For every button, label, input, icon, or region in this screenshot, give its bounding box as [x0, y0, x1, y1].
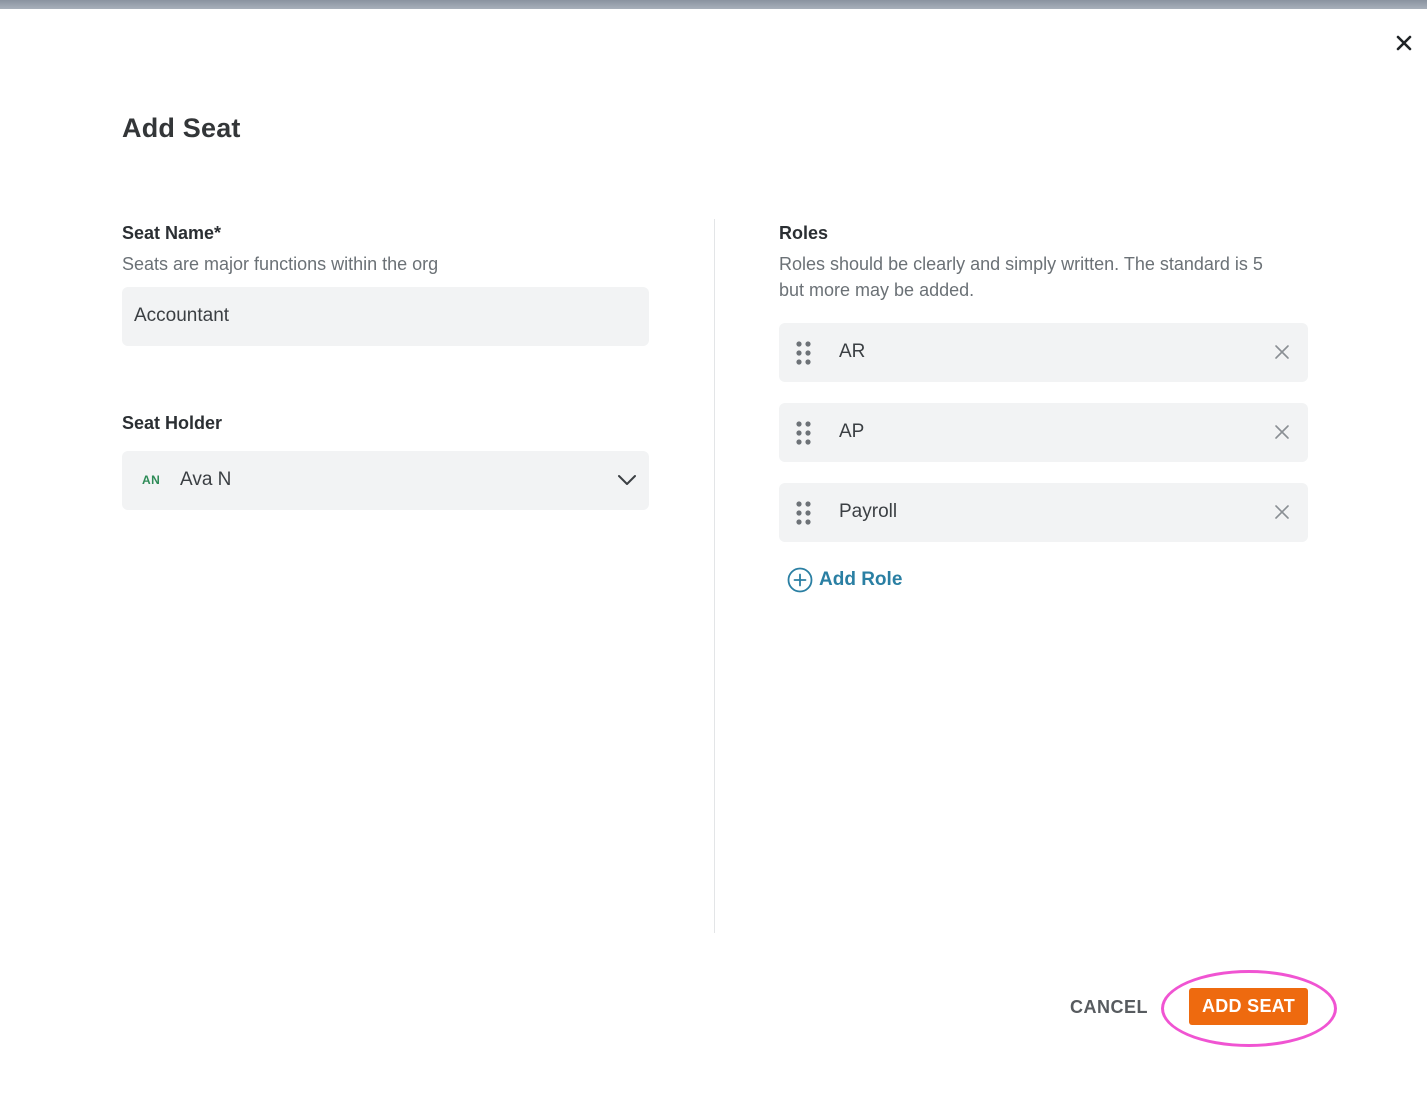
roles-help-line2: but more may be added.	[779, 280, 975, 300]
add-role-button[interactable]: Add Role	[787, 566, 902, 594]
seat-holder-label: Seat Holder	[122, 413, 223, 433]
roles-help-line1: Roles should be clearly and simply writt…	[779, 254, 1263, 274]
drag-handle-icon[interactable]	[795, 420, 813, 446]
dialog-title: Add Seat	[122, 113, 241, 143]
plus-circle-icon	[787, 567, 813, 593]
holder-name: Ava N	[180, 469, 232, 490]
holder-avatar-initials: AN	[142, 473, 161, 487]
column-divider	[714, 219, 715, 933]
role-label: Payroll	[839, 501, 898, 522]
role-item[interactable]: AP	[779, 403, 1308, 462]
role-item[interactable]: AR	[779, 323, 1308, 382]
add-seat-dialog: Add Seat Seat Name* Seats are major func…	[0, 9, 1427, 1106]
backdrop-strip	[0, 0, 1427, 9]
seat-holder-select[interactable]: AN Ava N	[122, 451, 649, 510]
roles-label: Roles	[779, 223, 829, 243]
role-label: AP	[839, 421, 865, 442]
remove-role-icon[interactable]	[1272, 422, 1292, 442]
drag-handle-icon[interactable]	[795, 500, 813, 526]
cancel-button[interactable]: CANCEL	[1063, 993, 1155, 1021]
seat-name-value: Accountant	[134, 305, 230, 326]
chevron-down-icon	[616, 469, 638, 491]
role-item[interactable]: Payroll	[779, 483, 1308, 542]
remove-role-icon[interactable]	[1272, 342, 1292, 362]
seat-name-input[interactable]: Accountant	[122, 287, 649, 346]
seat-name-help: Seats are major functions within the org	[122, 254, 439, 274]
add-role-label: Add Role	[819, 569, 903, 590]
drag-handle-icon[interactable]	[795, 340, 813, 366]
role-label: AR	[839, 341, 866, 362]
remove-role-icon[interactable]	[1272, 502, 1292, 522]
add-seat-button[interactable]: ADD SEAT	[1189, 988, 1308, 1025]
seat-name-label: Seat Name*	[122, 223, 222, 243]
close-icon[interactable]	[1392, 31, 1416, 55]
